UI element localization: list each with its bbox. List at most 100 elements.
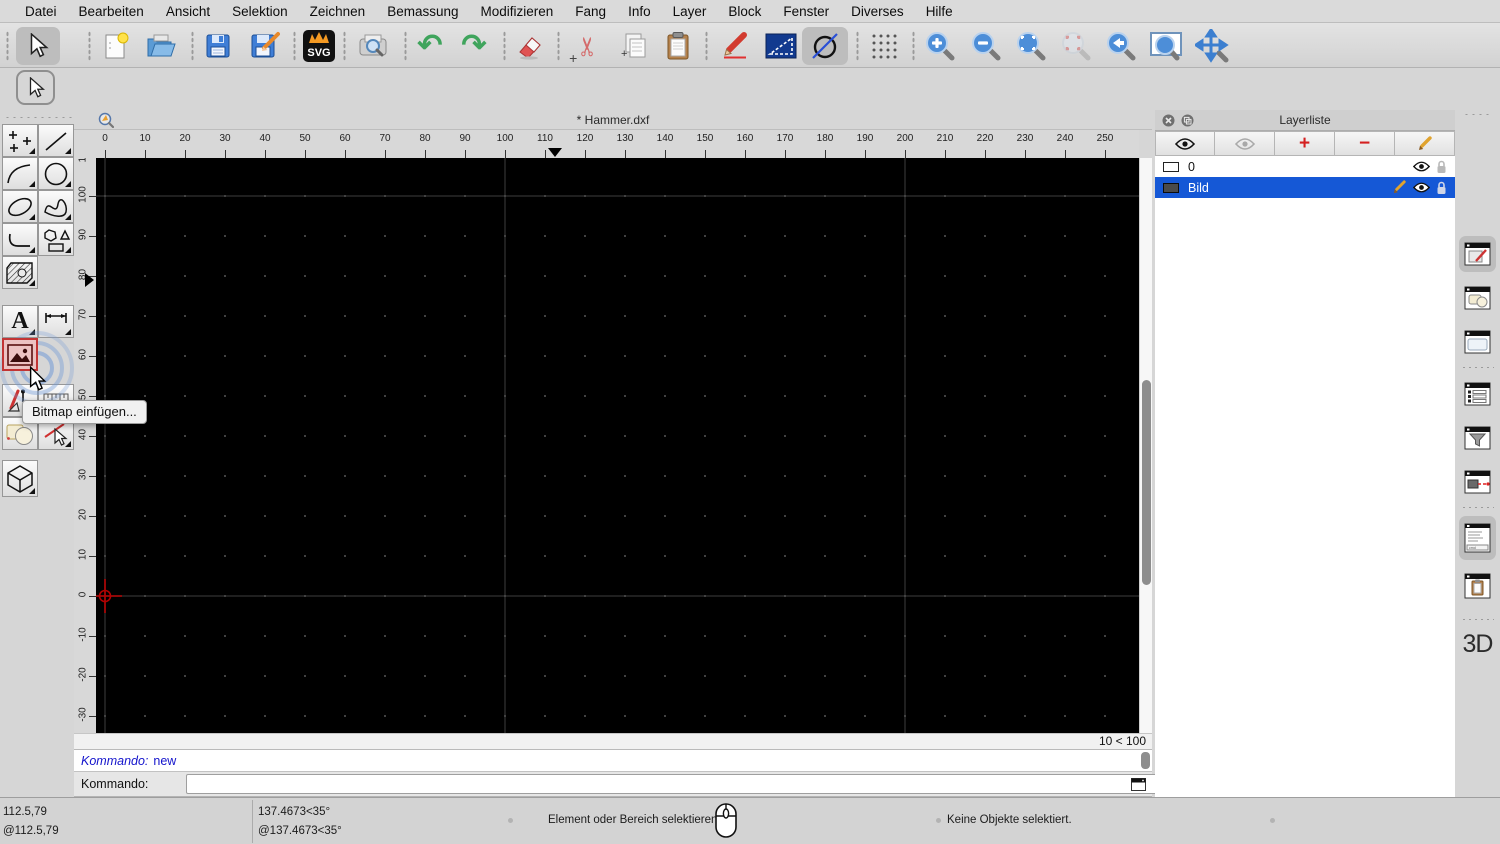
- paste-button[interactable]: [660, 28, 696, 64]
- properties-button[interactable]: [802, 27, 848, 65]
- ellipse-tool-button[interactable]: [2, 190, 38, 223]
- grid: [88, 158, 1139, 733]
- spline-tool-button[interactable]: [38, 190, 74, 223]
- toolbar-handle[interactable]: [6, 31, 9, 61]
- edit-layer-button[interactable]: [1395, 131, 1455, 156]
- 3d-cube-tool-button[interactable]: [2, 460, 38, 497]
- zoom-out-button[interactable]: [968, 28, 1004, 64]
- polyline-tool-button[interactable]: [2, 223, 38, 256]
- layer-color-swatch: [1163, 161, 1179, 172]
- layer-panel-title: Layerliste: [1279, 113, 1331, 127]
- dock-toggle-entity-tree[interactable]: [1459, 376, 1496, 412]
- menu-item-info[interactable]: Info: [617, 4, 662, 19]
- menu-item-modifizieren[interactable]: Modifizieren: [470, 4, 565, 19]
- command-history-label: Kommando:: [81, 754, 149, 768]
- zoom-pan-button[interactable]: [1192, 28, 1234, 64]
- add-layer-button[interactable]: +: [1275, 131, 1335, 156]
- layer-panel-header[interactable]: Layerliste: [1155, 110, 1455, 131]
- dock-toggle-library-browser[interactable]: [1459, 324, 1496, 360]
- zoom-previous-button[interactable]: [1058, 28, 1094, 64]
- layer-row-bild[interactable]: Bild: [1155, 177, 1455, 198]
- command-history-scrollbar[interactable]: [1141, 752, 1150, 769]
- menu-item-bearbeiten[interactable]: Bearbeiten: [68, 4, 155, 19]
- polygon-tool-button[interactable]: [38, 223, 74, 256]
- points-tool-button[interactable]: [2, 124, 38, 157]
- command-history[interactable]: Kommando: new: [74, 750, 1152, 772]
- layer-edit-icon[interactable]: [1392, 180, 1407, 195]
- menu-item-fang[interactable]: Fang: [564, 4, 617, 19]
- canvas-vertical-scrollbar[interactable]: [1139, 158, 1152, 733]
- dimension-tool-button[interactable]: [38, 305, 74, 338]
- menu-item-selektion[interactable]: Selektion: [221, 4, 299, 19]
- dock-handle[interactable]: [1463, 113, 1493, 116]
- command-input[interactable]: [186, 774, 1198, 794]
- layer-visible-icon[interactable]: [1413, 182, 1430, 193]
- undo-button[interactable]: ↶: [412, 28, 448, 64]
- show-all-layers-button[interactable]: [1155, 131, 1215, 156]
- text-tool-button[interactable]: A: [2, 305, 38, 338]
- zoom-window-button[interactable]: [1146, 28, 1186, 64]
- new-file-button[interactable]: [98, 28, 134, 64]
- palette-handle[interactable]: [4, 116, 72, 119]
- hide-all-layers-button[interactable]: [1215, 131, 1275, 156]
- dock-toggle-pen-palette[interactable]: [1459, 464, 1496, 500]
- menu-item-bemassung[interactable]: Bemassung: [376, 4, 469, 19]
- layer-visible-icon[interactable]: [1413, 161, 1430, 172]
- menu-item-fenster[interactable]: Fenster: [772, 4, 840, 19]
- print-preview-button[interactable]: [355, 28, 391, 64]
- menu-item-diverses[interactable]: Diverses: [840, 4, 915, 19]
- view-back-button[interactable]: [1103, 28, 1139, 64]
- cut-button[interactable]: ✂ +: [569, 28, 606, 65]
- toolbar-separator: [705, 31, 708, 61]
- layer-lock-icon[interactable]: [1436, 160, 1447, 174]
- select-pointer-button[interactable]: [16, 27, 60, 65]
- arc-tool-button[interactable]: [2, 157, 38, 190]
- eye-closed-icon: [1234, 137, 1255, 150]
- pen-attributes-button[interactable]: [717, 28, 753, 64]
- layer-row-0[interactable]: 0: [1155, 156, 1455, 177]
- menu-item-hilfe[interactable]: Hilfe: [915, 4, 964, 19]
- circle-tool-button[interactable]: [38, 157, 74, 190]
- polyline-tool-icon: [8, 233, 30, 247]
- entity-list-window-icon: [1464, 382, 1491, 406]
- copy-button[interactable]: +: [615, 28, 651, 64]
- dock-toggle-block-list[interactable]: [1459, 280, 1496, 316]
- redo-button[interactable]: ↷: [456, 28, 492, 64]
- drawing-canvas[interactable]: [88, 158, 1139, 733]
- dock-toggle-layer-list[interactable]: [1459, 236, 1496, 272]
- document-titlebar[interactable]: * Hammer.dxf: [74, 110, 1152, 130]
- dock-toggle-clipboard[interactable]: [1459, 568, 1496, 604]
- command-detach-button[interactable]: [1129, 775, 1148, 793]
- svg-text:+: +: [621, 48, 627, 60]
- 3d-mode-label[interactable]: 3D: [1455, 630, 1500, 659]
- line-tool-button[interactable]: [38, 124, 74, 157]
- remove-layer-button[interactable]: −: [1335, 131, 1395, 156]
- polar-absolute: 137.4673<35°: [258, 806, 331, 818]
- menu-item-datei[interactable]: Datei: [14, 4, 68, 19]
- v-ruler-label: 10: [77, 548, 89, 561]
- v-ruler-label: 0: [77, 591, 89, 598]
- menu-item-zeichnen[interactable]: Zeichnen: [299, 4, 377, 19]
- toolbar-separator: [293, 31, 296, 61]
- entity-attributes-button[interactable]: [763, 28, 799, 64]
- dock-toggle-command-line[interactable]: cmd: [1459, 516, 1496, 560]
- grid-status-strip: 10 < 100: [74, 733, 1152, 750]
- menu-item-ansicht[interactable]: Ansicht: [155, 4, 221, 19]
- grid-toggle-button[interactable]: [864, 28, 906, 64]
- dock-toggle-selection-filter[interactable]: [1459, 420, 1496, 456]
- delete-button[interactable]: [513, 28, 549, 64]
- save-button[interactable]: [200, 28, 236, 64]
- hatch-tool-button[interactable]: [2, 256, 38, 289]
- menu-item-layer[interactable]: Layer: [662, 4, 718, 19]
- scrollbar-thumb[interactable]: [1142, 380, 1151, 585]
- palette-select-button[interactable]: [16, 70, 55, 105]
- zoom-auto-button[interactable]: [1013, 28, 1049, 64]
- ruler-corner: [74, 130, 96, 158]
- save-as-button[interactable]: [247, 28, 283, 64]
- svg-export-button[interactable]: SVG: [301, 28, 337, 64]
- zoom-in-button[interactable]: [922, 28, 958, 64]
- v-ruler-tick: [89, 636, 96, 637]
- layer-lock-icon[interactable]: [1436, 181, 1447, 195]
- open-file-button[interactable]: [143, 28, 179, 64]
- menu-item-block[interactable]: Block: [717, 4, 772, 19]
